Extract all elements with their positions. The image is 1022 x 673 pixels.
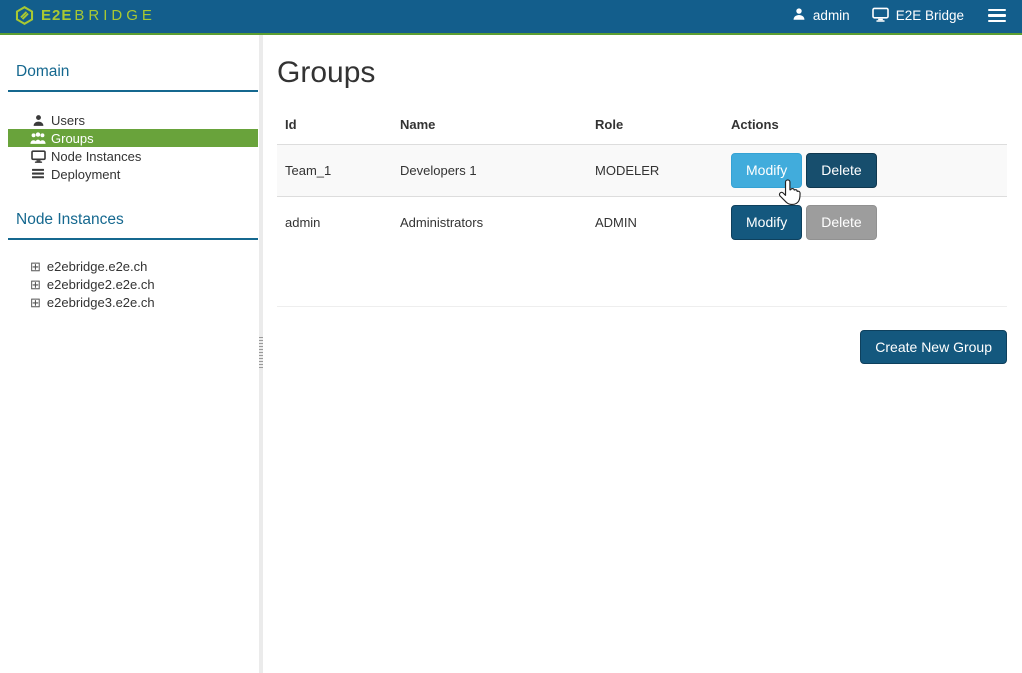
app-window: E2EBRIDGE admin bbox=[0, 0, 1022, 673]
domain-menu: Users Groups bbox=[0, 111, 259, 183]
node-instance-item[interactable]: ⊞ e2ebridge3.e2e.ch bbox=[8, 293, 258, 311]
sidebar-section-domain-title: Domain bbox=[8, 63, 258, 92]
section-divider bbox=[277, 306, 1007, 307]
create-button-row: Create New Group bbox=[277, 330, 1007, 365]
node-instances-tree: ⊞ e2ebridge.e2e.ch ⊞ e2ebridge2.e2e.ch ⊞… bbox=[0, 257, 259, 311]
node-instance-item[interactable]: ⊞ e2ebridge2.e2e.ch bbox=[8, 275, 258, 293]
sidebar-item-deployment[interactable]: Deployment bbox=[8, 165, 258, 183]
main-content: Groups Id Name Role Actions Team_1 Devel… bbox=[277, 35, 1007, 364]
column-header-actions: Actions bbox=[723, 108, 1007, 145]
hamburger-icon bbox=[988, 9, 1006, 12]
navbar-instance[interactable]: E2E Bridge bbox=[872, 7, 964, 25]
node-instance-item[interactable]: ⊞ e2ebridge.e2e.ch bbox=[8, 257, 258, 275]
sidebar-item-groups[interactable]: Groups bbox=[8, 129, 258, 147]
delete-button: Delete bbox=[806, 205, 876, 240]
column-header-id: Id bbox=[277, 108, 392, 145]
sidebar-item-label: Groups bbox=[51, 131, 94, 146]
monitor-icon bbox=[872, 7, 889, 25]
sidebar-splitter[interactable] bbox=[259, 35, 263, 673]
create-new-group-button[interactable]: Create New Group bbox=[860, 330, 1007, 365]
page-title: Groups bbox=[277, 54, 1007, 92]
monitor-icon bbox=[30, 149, 46, 163]
table-row: admin Administrators ADMIN Modify Delete bbox=[277, 196, 1007, 247]
sidebar-item-node-instances[interactable]: Node Instances bbox=[8, 147, 258, 165]
cell-group-id: admin bbox=[277, 196, 392, 247]
node-instance-label: e2ebridge3.e2e.ch bbox=[47, 295, 155, 310]
node-instance-label: e2ebridge.e2e.ch bbox=[47, 259, 147, 274]
plus-box-icon[interactable]: ⊞ bbox=[30, 260, 41, 273]
sidebar: Domain Users bbox=[0, 35, 259, 673]
users-group-icon bbox=[30, 131, 46, 145]
user-icon bbox=[792, 7, 806, 24]
node-instance-label: e2ebridge2.e2e.ch bbox=[47, 277, 155, 292]
actions-cell: Modify Delete bbox=[731, 205, 999, 240]
brand-text: E2EBRIDGE bbox=[41, 7, 156, 24]
sidebar-item-label: Users bbox=[51, 113, 85, 128]
navbar-instance-label: E2E Bridge bbox=[896, 8, 964, 23]
column-header-role: Role bbox=[587, 108, 723, 145]
brand-logo[interactable]: E2EBRIDGE bbox=[15, 6, 156, 25]
navbar-user-label: admin bbox=[813, 8, 850, 23]
delete-button[interactable]: Delete bbox=[806, 153, 876, 188]
top-navbar: E2EBRIDGE admin bbox=[0, 0, 1022, 35]
navbar-user[interactable]: admin bbox=[792, 7, 850, 24]
sidebar-item-users[interactable]: Users bbox=[8, 111, 258, 129]
deployment-stack-icon bbox=[30, 167, 46, 181]
cell-group-role: ADMIN bbox=[587, 196, 723, 247]
user-icon bbox=[30, 113, 46, 127]
cell-group-name: Developers 1 bbox=[392, 145, 587, 197]
plus-box-icon[interactable]: ⊞ bbox=[30, 278, 41, 291]
brand-hexagon-icon bbox=[15, 6, 34, 25]
modify-button[interactable]: Modify bbox=[731, 153, 802, 188]
plus-box-icon[interactable]: ⊞ bbox=[30, 296, 41, 309]
menu-button[interactable] bbox=[986, 6, 1008, 26]
table-header-row: Id Name Role Actions bbox=[277, 108, 1007, 145]
sidebar-section-instances-title: Node Instances bbox=[8, 211, 258, 240]
cell-group-id: Team_1 bbox=[277, 145, 392, 197]
groups-table: Id Name Role Actions Team_1 Developers 1… bbox=[277, 108, 1007, 248]
sidebar-item-label: Deployment bbox=[51, 167, 120, 182]
navbar-right: admin E2E Bridge bbox=[792, 6, 1008, 26]
table-row: Team_1 Developers 1 MODELER Modify Delet… bbox=[277, 145, 1007, 197]
splitter-drag-handle[interactable] bbox=[259, 337, 263, 369]
sidebar-item-label: Node Instances bbox=[51, 149, 141, 164]
cell-group-role: MODELER bbox=[587, 145, 723, 197]
column-header-name: Name bbox=[392, 108, 587, 145]
cell-group-name: Administrators bbox=[392, 196, 587, 247]
modify-button[interactable]: Modify bbox=[731, 205, 802, 240]
actions-cell: Modify Delete bbox=[731, 153, 999, 188]
